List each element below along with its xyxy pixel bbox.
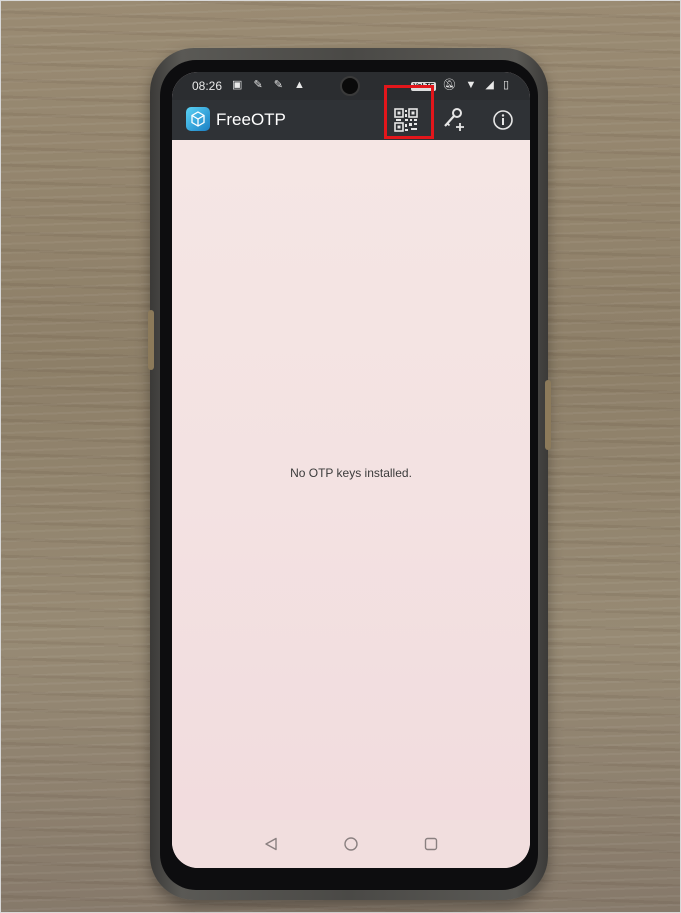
qr-code-icon xyxy=(394,108,418,132)
back-button[interactable] xyxy=(260,833,282,855)
home-button[interactable] xyxy=(340,833,362,855)
add-key-button[interactable] xyxy=(438,104,470,136)
scan-qr-code-button[interactable] xyxy=(390,104,422,136)
signal-icon: ◢ xyxy=(485,79,497,91)
front-camera xyxy=(340,76,360,96)
side-button xyxy=(545,380,551,450)
empty-state-message: No OTP keys installed. xyxy=(290,466,412,480)
mute-icon: 🔕︎ xyxy=(442,79,460,91)
app-title: FreeOTP xyxy=(216,110,286,129)
status-bar: 08:26 ▣ ✎ ✎ ▲ VoLTE 🔕︎ ▼ ◢ ▯ xyxy=(172,72,530,100)
app-bar: FreeOTP xyxy=(172,100,530,140)
volte-badge: VoLTE xyxy=(411,82,437,91)
info-icon xyxy=(493,110,513,130)
cube-logo-icon xyxy=(186,107,210,131)
wifi-icon: ▼ xyxy=(465,79,480,91)
system-status-icons: VoLTE 🔕︎ ▼ ◢ ▯ xyxy=(411,78,512,91)
home-circle-icon xyxy=(344,837,358,851)
back-triangle-icon xyxy=(265,837,277,851)
add-key-icon xyxy=(444,108,464,131)
key-list-area: No OTP keys installed. xyxy=(172,140,530,820)
battery-icon: ▯ xyxy=(502,79,512,91)
phone-screen: 08:26 ▣ ✎ ✎ ▲ VoLTE 🔕︎ ▼ ◢ ▯ FreeOTP No … xyxy=(172,72,530,868)
recents-button[interactable] xyxy=(420,833,442,855)
notification-icons: ▣ ✎ ✎ ▲ xyxy=(232,79,309,91)
info-button[interactable] xyxy=(487,104,519,136)
recents-square-icon xyxy=(424,837,438,851)
status-time: 08:26 xyxy=(192,79,223,93)
side-button xyxy=(148,310,154,370)
navigation-bar xyxy=(172,820,530,868)
